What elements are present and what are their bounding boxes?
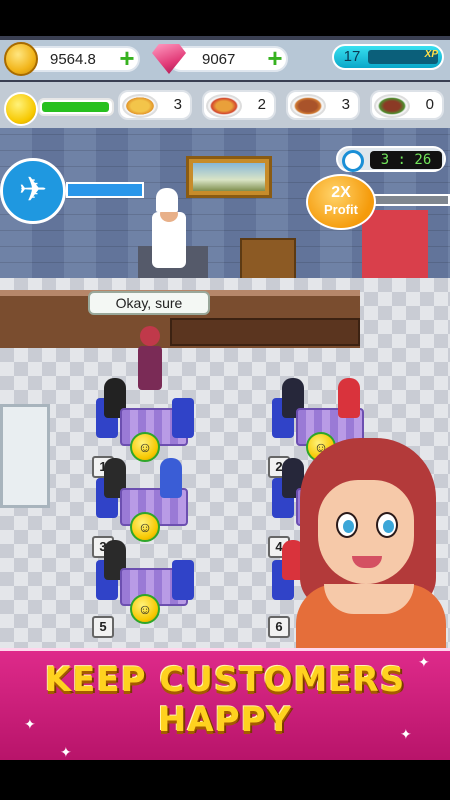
waitress-head <box>140 326 160 346</box>
roast-chicken-icon <box>290 94 326 118</box>
buy-gems-button[interactable]: + <box>264 45 286 71</box>
profit-label: Profit <box>324 202 358 217</box>
profit-boost-bar <box>372 194 450 206</box>
waitress[interactable] <box>138 346 162 390</box>
dish-count: 0 <box>425 96 434 113</box>
sparkle-icon: ✦ <box>60 744 72 760</box>
dish-count: 3 <box>341 96 350 113</box>
counter-top <box>170 318 360 346</box>
timer-text: 3 : 26 <box>370 151 442 169</box>
mascot-eye <box>336 512 358 538</box>
dish-counter-pizza[interactable]: 2 <box>202 90 276 120</box>
banner-headline: KEEP CUSTOMERS <box>44 660 406 700</box>
speech-bubble: Okay, sure <box>88 291 210 315</box>
customer-mood-smiley-icon: ☺ <box>130 594 160 624</box>
level-timer: 3 : 26 <box>336 146 446 172</box>
happiness-smiley-icon <box>4 92 38 126</box>
buy-coins-button[interactable]: + <box>116 45 138 71</box>
dish-count: 2 <box>257 96 266 113</box>
customer[interactable] <box>160 458 182 498</box>
table-number: 5 <box>92 616 114 638</box>
dish-counter-steak[interactable]: 0 <box>370 90 444 120</box>
floral-wall-panel <box>362 210 428 288</box>
mascot-eye <box>376 512 398 538</box>
coin-icon <box>4 42 38 76</box>
level-number: 17 <box>343 48 361 65</box>
dish-count: 3 <box>173 96 182 113</box>
coin-amount: 9564.8 <box>50 50 96 68</box>
chef-hat-icon <box>156 188 178 212</box>
happiness-meter <box>38 98 114 116</box>
profit-multiplier: 2X <box>331 184 351 201</box>
speed-boost-bar <box>66 182 144 198</box>
customer[interactable] <box>338 378 360 418</box>
double-profit-button[interactable]: 2X Profit <box>306 174 376 230</box>
spaghetti-icon <box>122 94 158 118</box>
table-number: 6 <box>268 616 290 638</box>
chair <box>172 560 194 600</box>
banner-subline: HAPPY <box>157 700 293 740</box>
customer-mood-smiley-icon: ☺ <box>130 432 160 462</box>
customer-mood-smiley-icon: ☺ <box>130 512 160 542</box>
chair <box>172 398 194 438</box>
mascot-face <box>318 480 414 584</box>
running-man-icon: ✈ <box>18 171 48 209</box>
happiness-fill <box>42 102 109 112</box>
xp-label: XP <box>424 49 438 60</box>
wall-painting <box>186 156 272 198</box>
pizza-icon <box>206 94 242 118</box>
dish-counter-spaghetti[interactable]: 3 <box>118 90 192 120</box>
steak-icon <box>374 94 410 118</box>
clock-icon <box>342 150 364 172</box>
level-xp-meter[interactable]: 17 XP <box>332 44 444 70</box>
speed-boost-button[interactable]: ✈ <box>0 158 66 224</box>
gem-amount: 9067 <box>202 50 236 68</box>
side-rug <box>0 404 50 508</box>
dish-counter-chicken[interactable]: 3 <box>286 90 360 120</box>
